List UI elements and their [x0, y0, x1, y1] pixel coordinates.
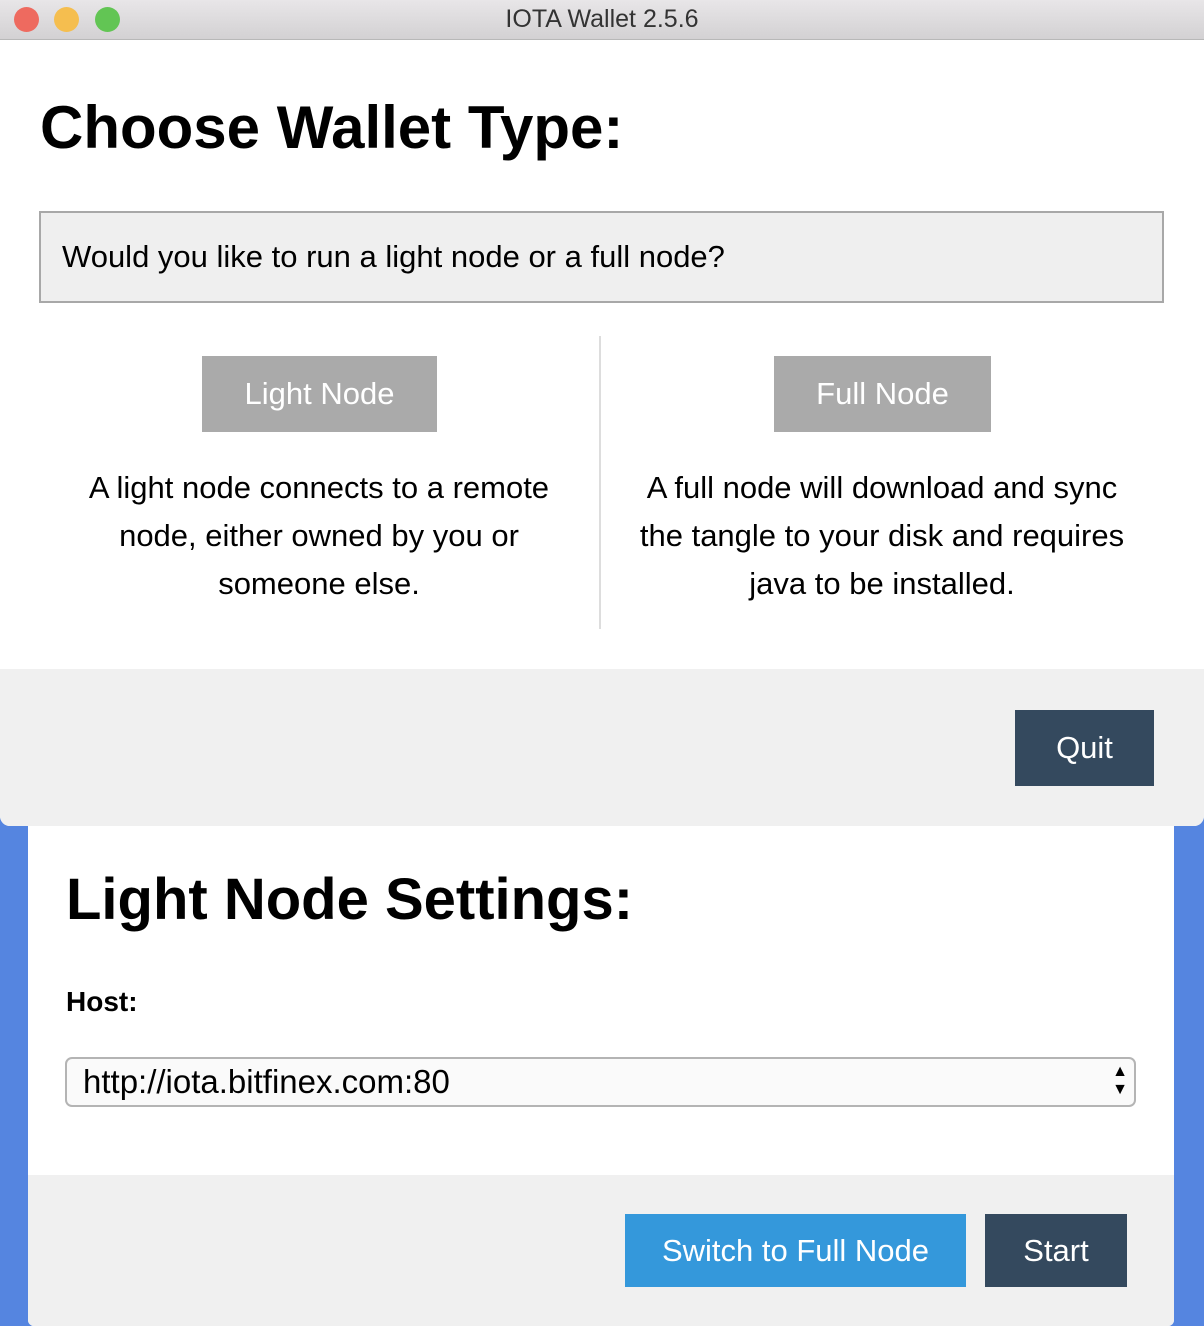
full-node-description: A full node will download and sync the t…	[639, 470, 1125, 601]
host-select[interactable]: http://iota.bitfinex.com:80 ▲ ▼	[65, 1057, 1136, 1107]
host-value: http://iota.bitfinex.com:80	[83, 1063, 450, 1100]
start-button[interactable]: Start	[985, 1214, 1127, 1287]
light-node-description: A light node connects to a remote node, …	[88, 470, 550, 601]
light-node-settings-panel: Light Node Settings: Host: http://iota.b…	[28, 826, 1174, 1326]
switch-to-full-node-button[interactable]: Switch to Full Node	[625, 1214, 966, 1287]
quit-button[interactable]: Quit	[1015, 710, 1154, 786]
question-box: Would you like to run a light node or a …	[39, 211, 1164, 303]
title-bar: IOTA Wallet 2.5.6	[0, 0, 1204, 40]
host-label: Host:	[66, 986, 138, 1017]
divider	[599, 336, 601, 629]
settings-footer: Switch to Full Node Start	[28, 1175, 1174, 1326]
light-node-button[interactable]: Light Node	[202, 356, 437, 432]
full-node-button[interactable]: Full Node	[774, 356, 991, 432]
page-title: Choose Wallet Type:	[40, 94, 624, 161]
select-arrows-icon: ▲ ▼	[1112, 1063, 1128, 1098]
settings-title: Light Node Settings:	[66, 867, 634, 932]
footer: Quit	[0, 669, 1204, 826]
wallet-type-window: IOTA Wallet 2.5.6 Choose Wallet Type: Wo…	[0, 0, 1204, 826]
window-title: IOTA Wallet 2.5.6	[505, 5, 699, 33]
